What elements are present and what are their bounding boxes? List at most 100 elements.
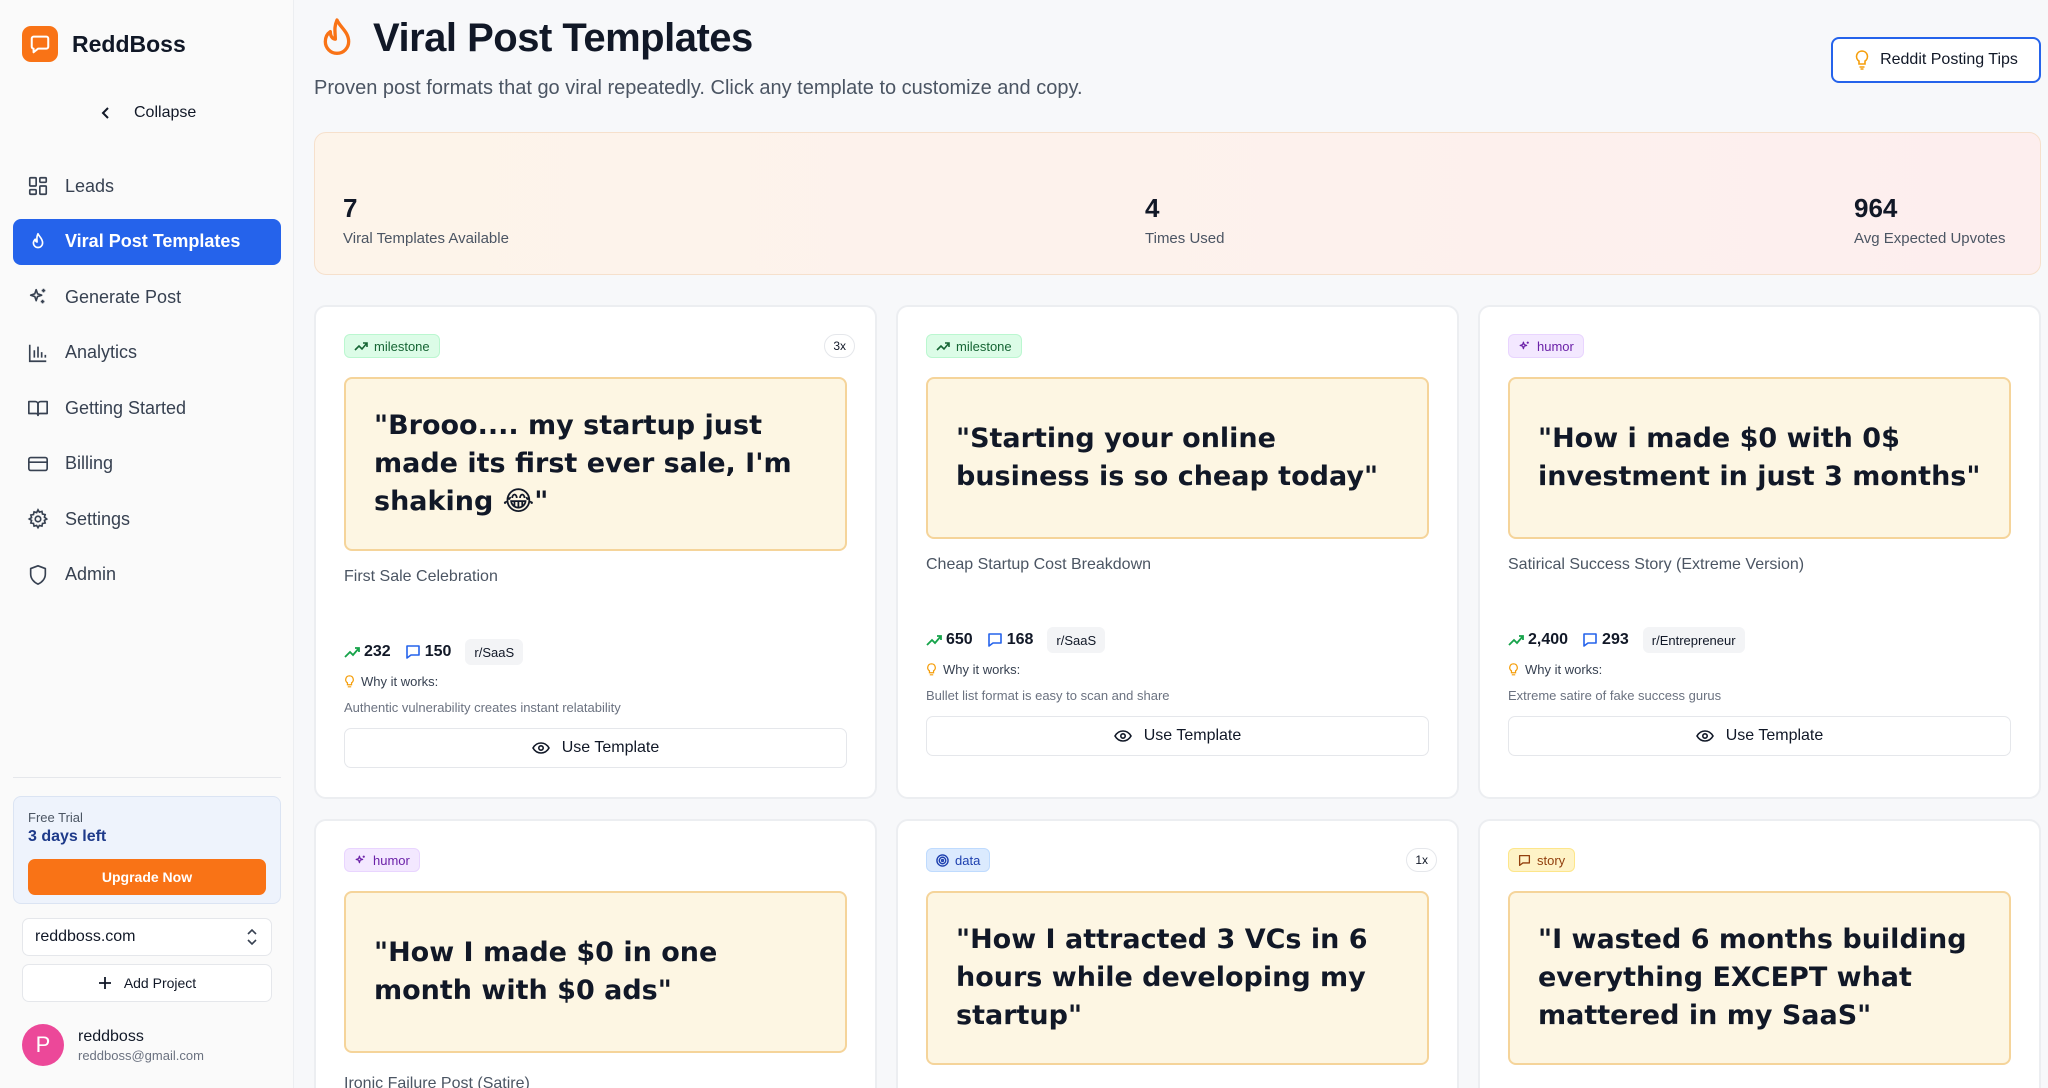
comment-icon: [1583, 633, 1597, 647]
trial-label: Free Trial: [28, 810, 83, 825]
sidebar-item-label: Viral Post Templates: [65, 231, 241, 251]
free-trial-panel: Free Trial 3 days left Upgrade Now: [13, 796, 281, 904]
grid-icon: [28, 176, 48, 196]
category-tag: humor: [1508, 334, 1584, 358]
brand-name: ReddBoss: [72, 30, 186, 57]
template-metrics: 2,400 293 r/Entrepreneur: [1508, 627, 1745, 653]
bar-chart-icon: [28, 344, 47, 362]
use-template-button[interactable]: Use Template: [926, 716, 1429, 756]
template-metrics: 232 150 r/SaaS: [344, 639, 524, 665]
stats-panel: 7 Viral Templates Available 4 Times Used…: [314, 132, 2041, 275]
template-card[interactable]: data 1x "How I attracted 3 VCs in 6 hour…: [896, 819, 1459, 1088]
eye-icon: [1113, 730, 1132, 742]
template-hook: "Brooo.... my startup just made its firs…: [344, 377, 847, 551]
sidebar-nav: Leads Viral Post Templates Generate Post…: [13, 163, 281, 607]
sparkles-icon: [355, 855, 365, 863]
book-icon: [28, 400, 48, 417]
usage-count-badge: 1x: [1406, 848, 1437, 872]
sidebar-item-analytics[interactable]: Analytics: [13, 330, 281, 376]
use-template-label: Use Template: [1143, 727, 1242, 744]
trending-up-icon: [936, 342, 950, 351]
subreddit-chip: r/Entrepreneur: [1642, 627, 1745, 653]
tag-label: story: [1537, 852, 1566, 868]
eye-icon: [1695, 730, 1714, 742]
comments-metric: 168: [987, 631, 1033, 649]
trending-up-icon: [1508, 635, 1524, 646]
user-profile[interactable]: P reddboss reddboss@gmail.com: [22, 1024, 204, 1066]
why-it-works-label: Why it works:: [1508, 662, 1602, 677]
why-label: Why it works:: [943, 662, 1021, 677]
why-it-works-text: Authentic vulnerability creates instant …: [344, 700, 621, 715]
lightbulb-icon: [1855, 50, 1869, 70]
chat-bubble-icon: [22, 26, 58, 62]
target-icon: [936, 853, 949, 867]
trending-up-icon: [344, 647, 360, 658]
category-tag: milestone: [926, 334, 1022, 358]
why-label: Why it works:: [1525, 662, 1603, 677]
user-email: reddboss@gmail.com: [78, 1047, 204, 1063]
lightbulb-icon: [927, 662, 936, 675]
chevron-left-icon: [101, 107, 109, 119]
sidebar-item-label: Leads: [65, 175, 115, 196]
template-card[interactable]: humor "How I made $0 in one month with $…: [314, 819, 877, 1088]
template-hook: "How i made $0 with 0$ investment in jus…: [1508, 377, 2011, 539]
avatar: P: [22, 1024, 64, 1066]
template-name: First Sale Celebration: [344, 568, 498, 585]
collapse-label: Collapse: [134, 104, 197, 121]
why-it-works-label: Why it works:: [344, 674, 438, 689]
sidebar-item-admin[interactable]: Admin: [13, 552, 281, 598]
page-subtitle: Proven post formats that go viral repeat…: [314, 77, 1083, 99]
project-select[interactable]: reddboss.com: [22, 918, 272, 956]
plus-icon: [98, 977, 111, 989]
sidebar-item-label: Analytics: [65, 342, 138, 362]
reddit-posting-tips-button[interactable]: Reddit Posting Tips: [1831, 37, 2041, 83]
upvotes-metric: 2,400: [1508, 631, 1568, 649]
why-it-works-label: Why it works:: [926, 662, 1020, 677]
flame-icon: [323, 18, 351, 55]
category-tag: story: [1508, 848, 1576, 872]
brand[interactable]: ReddBoss: [22, 26, 186, 62]
comments-value: 293: [1602, 631, 1629, 648]
template-card[interactable]: milestone 3x "Brooo.... my startup just …: [314, 305, 877, 799]
sidebar-item-getting-started[interactable]: Getting Started: [13, 385, 281, 431]
usage-count-badge: 3x: [824, 334, 855, 358]
upvotes-metric: 650: [926, 631, 973, 649]
tips-label: Reddit Posting Tips: [1880, 51, 2018, 68]
sidebar-item-leads[interactable]: Leads: [13, 163, 281, 209]
use-template-label: Use Template: [1725, 727, 1824, 744]
why-it-works-text: Bullet list format is easy to scan and s…: [926, 688, 1170, 703]
stat-value: 964: [1854, 193, 1898, 223]
sidebar-item-label: Getting Started: [65, 397, 187, 418]
tag-label: humor: [373, 852, 410, 868]
template-card[interactable]: story "I wasted 6 months building everyt…: [1478, 819, 2041, 1088]
sidebar-item-viral-post-templates[interactable]: Viral Post Templates: [13, 218, 281, 265]
template-card[interactable]: humor "How i made $0 with 0$ investment …: [1478, 305, 2041, 799]
sidebar-item-billing[interactable]: Billing: [13, 441, 281, 487]
upgrade-now-button[interactable]: Upgrade Now: [28, 859, 266, 895]
template-name: Cheap Startup Cost Breakdown: [926, 556, 1152, 573]
sidebar-item-label: Settings: [65, 508, 131, 529]
sidebar-item-settings[interactable]: Settings: [13, 496, 281, 542]
upvotes-value: 650: [946, 631, 973, 648]
add-project-label: Add Project: [123, 975, 197, 991]
stat-label: Viral Templates Available: [343, 230, 509, 247]
stat-label: Avg Expected Upvotes: [1854, 230, 2006, 247]
sidebar-divider: [13, 777, 281, 778]
use-template-button[interactable]: Use Template: [1508, 716, 2011, 756]
add-project-button[interactable]: Add Project: [22, 964, 272, 1002]
sidebar-item-label: Admin: [65, 564, 117, 584]
collapse-button[interactable]: Collapse: [100, 104, 196, 122]
tag-label: milestone: [374, 338, 430, 354]
tag-label: humor: [1537, 338, 1574, 354]
lightbulb-icon: [345, 674, 354, 687]
credit-card-icon: [28, 456, 48, 471]
category-tag: humor: [344, 848, 420, 872]
stat-value: 4: [1145, 193, 1160, 223]
stat-times-used: 4 Times Used: [1145, 193, 1224, 247]
comments-metric: 293: [1582, 631, 1629, 649]
template-hook: "How I made $0 in one month with $0 ads": [344, 891, 847, 1053]
template-card[interactable]: milestone "Starting your online business…: [896, 305, 1459, 799]
sidebar-item-generate-post[interactable]: Generate Post: [13, 274, 281, 320]
use-template-button[interactable]: Use Template: [344, 728, 847, 768]
stat-label: Times Used: [1145, 230, 1225, 247]
